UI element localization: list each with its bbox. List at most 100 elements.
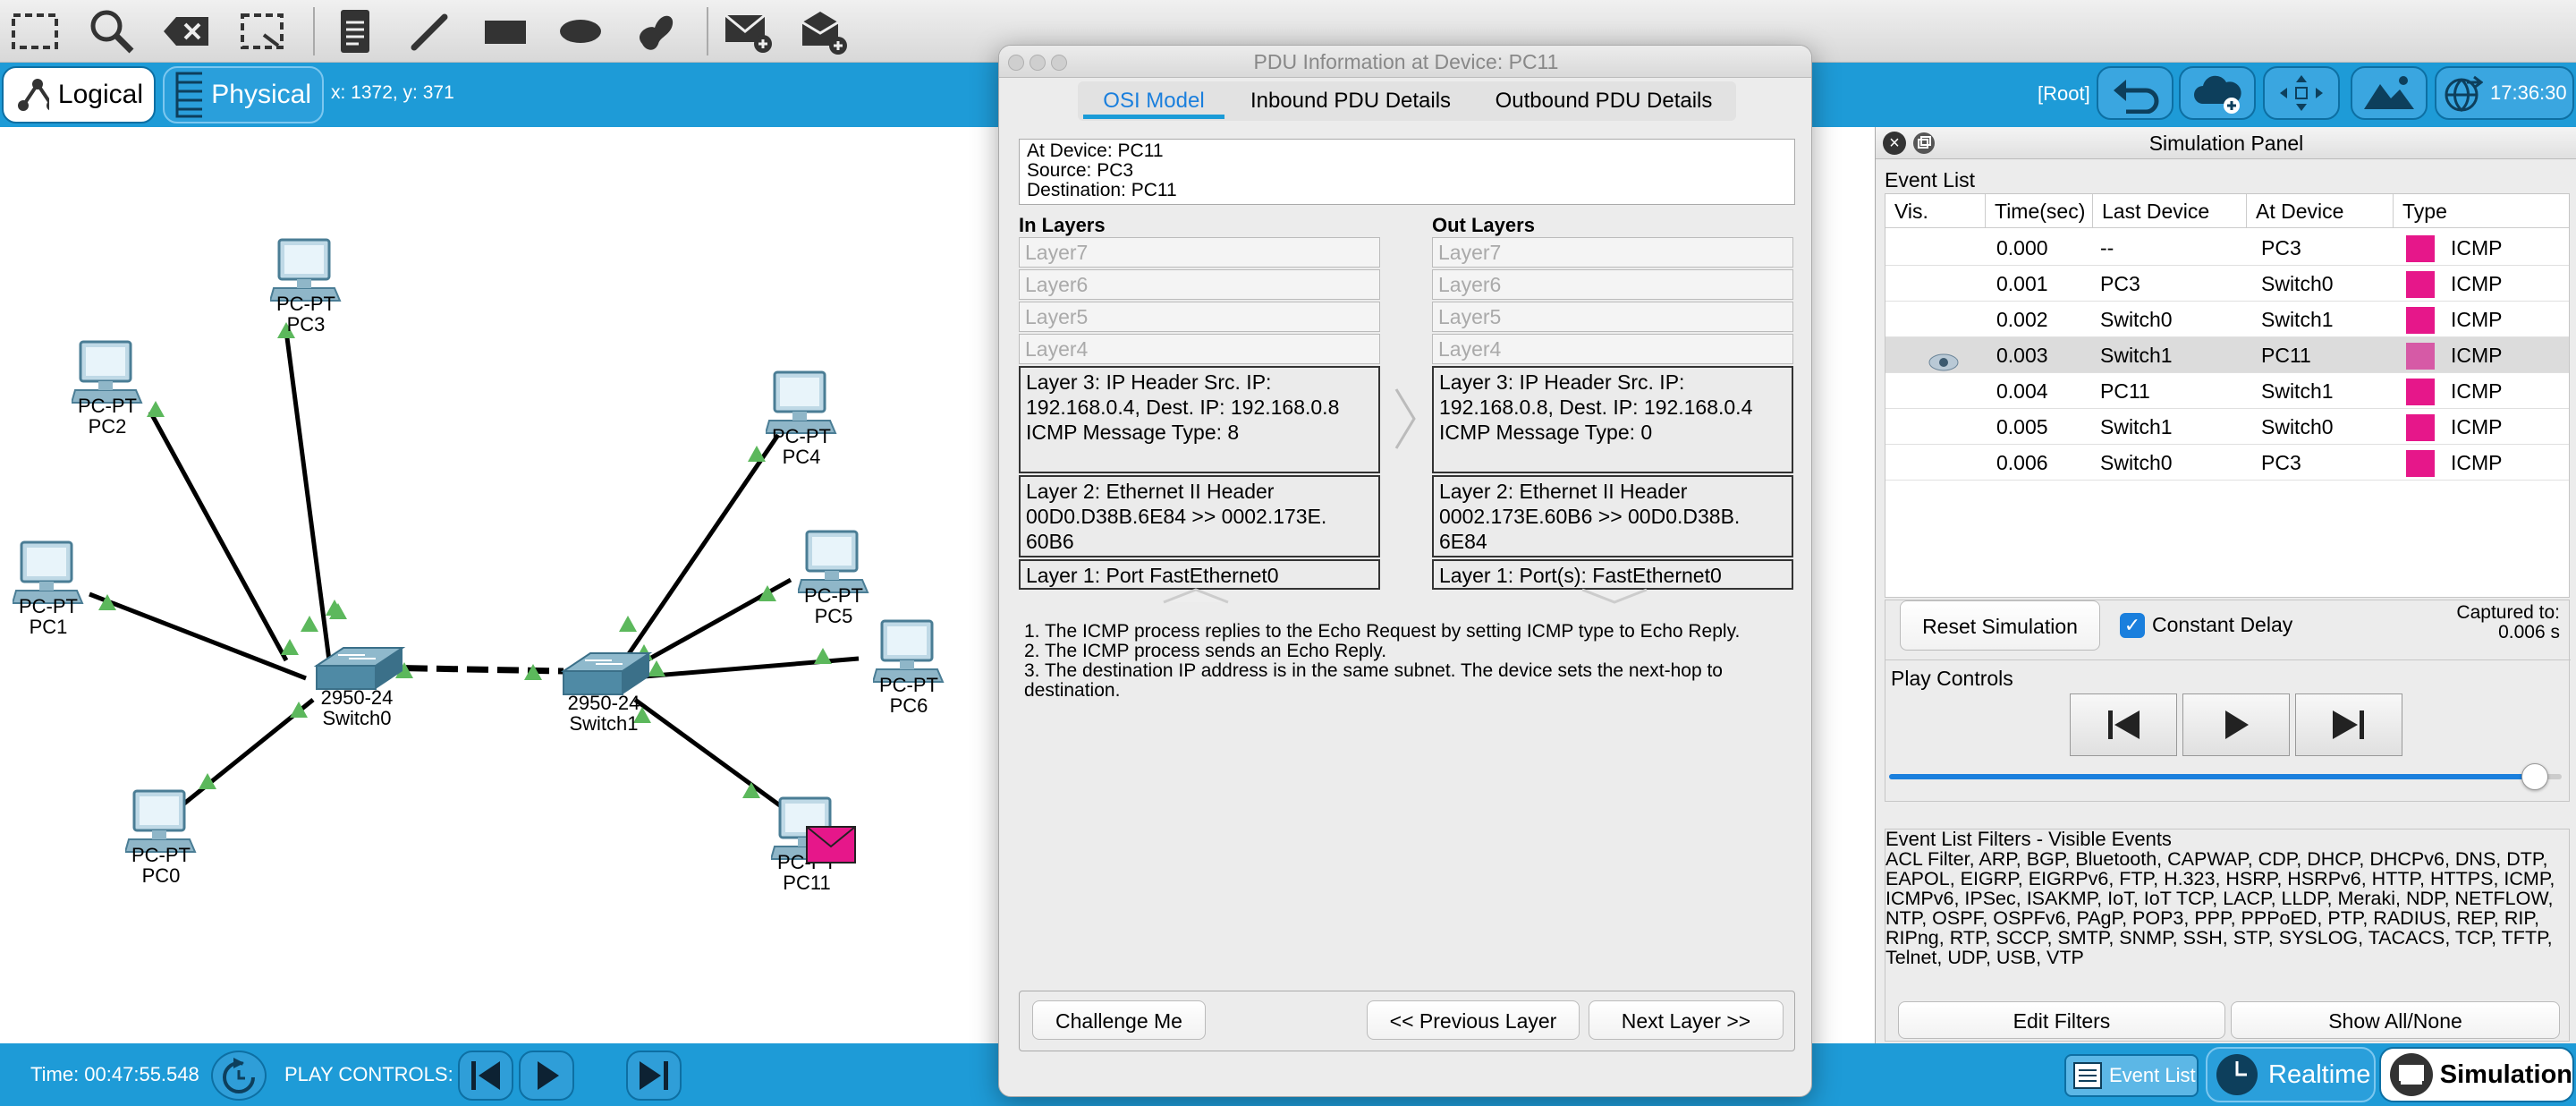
pdu-button-bar: Challenge Me << Previous Layer Next Laye…: [1019, 991, 1795, 1051]
physical-label: Physical: [211, 80, 311, 109]
event-row[interactable]: 0.001 PC3 Switch0 ICMP: [1885, 266, 2569, 302]
event-row[interactable]: 0.000 -- PC3 ICMP: [1885, 230, 2569, 266]
node-label: PC-PT PC4: [750, 426, 853, 467]
note-icon[interactable]: [327, 4, 383, 59]
node-pc3[interactable]: PC-PT PC3: [268, 238, 342, 335]
in-layer-2[interactable]: Layer 2: Ethernet II Header 00D0.D38B.6E…: [1019, 475, 1380, 557]
event-list-table[interactable]: Vis. Time(sec) Last Device At Device Typ…: [1885, 193, 2570, 598]
realtime-tab[interactable]: Realtime: [2206, 1047, 2376, 1102]
resize-icon[interactable]: [234, 4, 290, 59]
event-row[interactable]: 0.006 Switch0 PC3 ICMP: [1885, 445, 2569, 481]
out-layer-5[interactable]: Layer5: [1432, 302, 1793, 332]
out-layer-1[interactable]: Layer 1: Port(s): FastEthernet0: [1432, 559, 1793, 590]
play-speed-slider[interactable]: [1889, 763, 2562, 790]
in-layer-5[interactable]: Layer5: [1019, 302, 1380, 332]
zoom-icon[interactable]: [84, 4, 140, 59]
sim-play-button[interactable]: [2182, 693, 2290, 756]
out-layer-3[interactable]: Layer 3: IP Header Src. IP: 192.168.0.8,…: [1432, 366, 1793, 473]
add-complex-pdu-icon[interactable]: [796, 4, 852, 59]
move-object-button[interactable]: [2263, 66, 2340, 120]
select-icon[interactable]: [7, 4, 63, 59]
link-pc2-switch0: [148, 410, 289, 662]
bottom-forward-button[interactable]: [626, 1051, 682, 1101]
rack-icon: [175, 72, 203, 118]
viewport-button[interactable]: 17:36:30: [2435, 66, 2574, 120]
in-layer-6[interactable]: Layer6: [1019, 269, 1380, 300]
event-type: ICMP: [2451, 308, 2503, 331]
sim-back-button[interactable]: [2070, 693, 2177, 756]
event-row[interactable]: 0.005 Switch1 Switch0 ICMP: [1885, 409, 2569, 445]
explanation-3: 3. The destination IP address is in the …: [1024, 660, 1723, 701]
pdu-color-swatch[interactable]: [2406, 271, 2435, 298]
logical-workspace[interactable]: PC-PT PC3 PC-PT PC2 PC-PT PC1 PC-PT PC0 2950-24 S…: [0, 127, 1000, 1043]
pdu-color-swatch[interactable]: [2406, 235, 2435, 262]
slider-thumb[interactable]: [2521, 763, 2548, 790]
simulation-tab[interactable]: Simulation: [2379, 1047, 2574, 1102]
window-close-icon[interactable]: [1008, 55, 1024, 71]
in-layer-4[interactable]: Layer4: [1019, 334, 1380, 364]
col-vis[interactable]: Vis.: [1885, 194, 1986, 228]
pdu-color-swatch[interactable]: [2406, 450, 2435, 477]
window-zoom-icon[interactable]: [1051, 55, 1067, 71]
node-label: 2950-24 Switch0: [299, 687, 415, 728]
logical-tab[interactable]: Logical: [2, 66, 156, 123]
sim-forward-button[interactable]: [2295, 693, 2402, 756]
out-layer-4[interactable]: Layer4: [1432, 334, 1793, 364]
node-switch0[interactable]: 2950-24 Switch0: [308, 642, 406, 728]
back-button[interactable]: [2097, 66, 2174, 120]
pdu-color-swatch[interactable]: [2406, 343, 2435, 370]
node-label: PC-PT PC6: [857, 675, 961, 716]
out-layer-2[interactable]: Layer 2: Ethernet II Header 0002.173E.60…: [1432, 475, 1793, 557]
node-pc5[interactable]: PC-PT PC5: [796, 530, 869, 626]
show-all-none-button[interactable]: Show All/None: [2231, 1001, 2560, 1039]
tab-inbound-pdu[interactable]: Inbound PDU Details: [1233, 83, 1468, 119]
node-pc4[interactable]: PC-PT PC4: [764, 370, 837, 467]
window-minimize-icon[interactable]: [1030, 55, 1046, 71]
delete-icon[interactable]: [159, 4, 215, 59]
line-draw-icon[interactable]: [402, 4, 458, 59]
col-time[interactable]: Time(sec): [1986, 194, 2093, 228]
freeform-icon[interactable]: [628, 4, 683, 59]
event-row[interactable]: 0.004 PC11 Switch1 ICMP: [1885, 373, 2569, 409]
set-background-button[interactable]: [2351, 66, 2428, 120]
challenge-me-button[interactable]: Challenge Me: [1032, 1000, 1206, 1040]
out-layer-7[interactable]: Layer7: [1432, 237, 1793, 268]
constant-delay-checkbox[interactable]: ✓: [2120, 613, 2145, 638]
bottom-back-button[interactable]: [458, 1051, 513, 1101]
reset-simulation-button[interactable]: Reset Simulation: [1900, 600, 2100, 651]
pdu-color-swatch[interactable]: [2406, 307, 2435, 334]
out-layer-6[interactable]: Layer6: [1432, 269, 1793, 300]
ellipse-icon[interactable]: [553, 4, 608, 59]
node-pc2[interactable]: PC-PT PC2: [70, 340, 143, 437]
rectangle-icon[interactable]: [478, 4, 533, 59]
event-last: --: [2100, 236, 2114, 259]
col-at-device[interactable]: At Device: [2247, 194, 2394, 228]
tab-outbound-pdu[interactable]: Outbound PDU Details: [1477, 83, 1731, 119]
previous-layer-button[interactable]: << Previous Layer: [1367, 1000, 1580, 1040]
tab-osi-model[interactable]: OSI Model: [1083, 83, 1224, 119]
pdu-envelope-icon[interactable]: [805, 825, 857, 869]
event-list-toggle[interactable]: Event List: [2064, 1054, 2199, 1097]
pdu-color-swatch[interactable]: [2406, 414, 2435, 441]
edit-filters-button[interactable]: Edit Filters: [1898, 1001, 2225, 1039]
event-row[interactable]: 0.003 Switch1 PC11 ICMP: [1885, 337, 2569, 373]
node-label: PC-PT PC2: [55, 396, 159, 437]
node-pc6[interactable]: PC-PT PC6: [871, 619, 945, 716]
node-pc1[interactable]: PC-PT PC1: [11, 540, 84, 637]
reset-time-button[interactable]: [211, 1051, 267, 1101]
col-last-device[interactable]: Last Device: [2093, 194, 2247, 228]
bottom-play-button[interactable]: [519, 1051, 574, 1101]
in-layer-1[interactable]: Layer 1: Port FastEthernet0: [1019, 559, 1380, 590]
node-pc0[interactable]: PC-PT PC0: [123, 789, 197, 886]
col-type[interactable]: Type: [2394, 194, 2569, 228]
node-switch1[interactable]: 2950-24 Switch1: [555, 648, 653, 734]
next-layer-button[interactable]: Next Layer >>: [1589, 1000, 1784, 1040]
sim-controls-group: Reset Simulation ✓ Constant Delay Captur…: [1885, 600, 2571, 802]
pdu-color-swatch[interactable]: [2406, 379, 2435, 405]
add-simple-pdu-icon[interactable]: [721, 4, 776, 59]
in-layer-7[interactable]: Layer7: [1019, 237, 1380, 268]
physical-tab[interactable]: Physical: [163, 66, 324, 123]
event-row[interactable]: 0.002 Switch0 Switch1 ICMP: [1885, 302, 2569, 337]
new-cluster-button[interactable]: [2179, 66, 2256, 120]
in-layer-3[interactable]: Layer 3: IP Header Src. IP: 192.168.0.4,…: [1019, 366, 1380, 473]
